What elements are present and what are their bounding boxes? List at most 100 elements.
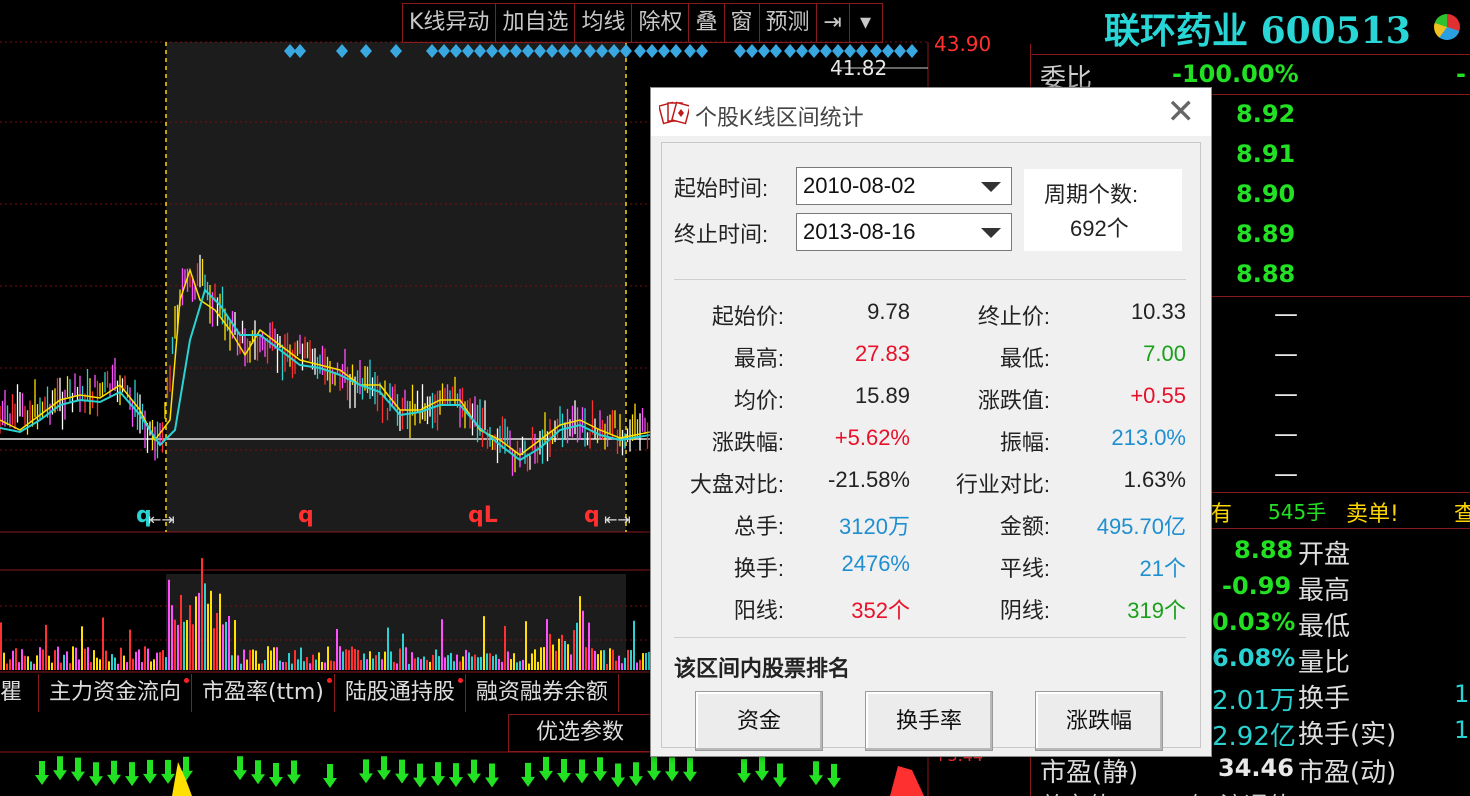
buy-price-2: —	[1274, 340, 1298, 368]
start-price-value: 9.78	[867, 299, 910, 324]
change-percent-label: 涨跌幅:	[711, 430, 784, 455]
end-price-label: 终止价:	[977, 304, 1050, 329]
amount-value: 495.70亿	[1096, 514, 1186, 539]
pe-static-value: 34.46	[1218, 754, 1294, 782]
rank-by-change-button[interactable]: 涨跌幅	[1035, 691, 1163, 751]
highest-price-label: 最高:	[733, 346, 784, 371]
tab-main-fund-flow[interactable]: 主力资金流向	[39, 674, 193, 712]
stock-title: 联环药业 600513	[1104, 2, 1411, 54]
change-value-value: +0.55	[1130, 383, 1186, 408]
amount-label: 金额:	[999, 514, 1050, 539]
trade-volume: 545手	[1268, 500, 1327, 524]
amplitude-value: 213.0%	[1111, 425, 1186, 450]
window-button[interactable]: 窗	[725, 4, 760, 42]
lowest-price-label: 最低:	[999, 346, 1050, 371]
flat-count-label: 平线:	[999, 556, 1050, 581]
chart-toolbar: K线异动 加自选 均线 除权 叠 窗 预测 ⇥ ▾	[402, 3, 883, 43]
quote-label-high: 最高	[1298, 576, 1351, 606]
sell-price-1: 8.88	[1236, 260, 1296, 288]
scroll-arrows-icon[interactable]: ⇤⇥	[604, 510, 631, 529]
trade-query[interactable]: 查	[1454, 496, 1470, 528]
jump-to-end-icon[interactable]: ⇥	[817, 4, 850, 42]
signal-diamond-icon	[894, 44, 906, 58]
buy-price-4: —	[1274, 420, 1298, 448]
signal-diamond-icon	[808, 44, 820, 58]
tab-margin-balance[interactable]: 融资融券余额	[466, 674, 619, 712]
period-count-box: 周期个数: 692个	[1024, 169, 1182, 251]
moving-average-button[interactable]: 均线	[575, 4, 633, 42]
forecast-button[interactable]: 预测	[760, 4, 817, 42]
buy-price-3: —	[1274, 380, 1298, 408]
start-time-label: 起始时间:	[674, 176, 769, 201]
chevron-down-icon[interactable]	[981, 228, 1001, 238]
quote-label-turnover: 换手	[1298, 684, 1351, 714]
period-count-value: 692个	[1070, 216, 1129, 241]
kline-anomaly-button[interactable]: K线异动	[403, 4, 497, 42]
signal-diamond-icon	[696, 44, 708, 58]
buy-price-5: —	[1274, 460, 1298, 488]
sell-price-3: 8.90	[1236, 180, 1296, 208]
signal-diamond-icon	[746, 44, 758, 58]
period-count-label: 周期个数:	[1044, 182, 1139, 207]
market-compare-value: -21.58%	[828, 467, 910, 492]
rank-by-turnover-button[interactable]: 换手率	[865, 691, 993, 751]
quote-label-ratio: 量比	[1298, 648, 1351, 678]
dialog-body: 起始时间: 2010-08-02 终止时间: 2013-08-16 周期个数: …	[661, 142, 1201, 748]
signal-diamond-icon	[906, 44, 918, 58]
price-axis-mark: 41.82	[830, 56, 888, 80]
signal-diamond-icon	[784, 44, 796, 58]
rank-by-fund-button[interactable]: 资金	[695, 691, 823, 751]
buy-price-1: —	[1274, 300, 1298, 328]
tab-northbound-holdings[interactable]: 陆股通持股	[335, 674, 466, 712]
tab-pe-ttm[interactable]: 市盈率(ttm)	[192, 674, 335, 712]
end-time-select[interactable]: 2013-08-16	[796, 213, 1012, 251]
interval-stats-dialog: 个股K线区间统计 ✕ 起始时间: 2010-08-02 终止时间: 2013-0…	[650, 87, 1212, 757]
rank-label: 该区间内股票排名	[674, 656, 851, 681]
quote-value-turnover-real: 2.92亿	[1212, 722, 1296, 752]
pe-dynamic-label: 市盈(动)	[1298, 758, 1397, 788]
trade-col-a: 有	[1210, 502, 1233, 527]
dialog-titlebar[interactable]: 个股K线区间统计 ✕	[651, 88, 1211, 136]
cards-icon	[659, 101, 689, 125]
scroll-arrows-icon[interactable]: ⇤⇥	[148, 510, 175, 529]
quote-value-turnover: 2.01万	[1212, 686, 1296, 716]
signal-diamond-icon	[734, 44, 746, 58]
market-compare-label: 大盘对比:	[689, 472, 784, 497]
signal-diamond-icon	[796, 44, 808, 58]
overlay-button[interactable]: 叠	[689, 4, 725, 42]
price-axis-top: 43.90	[934, 32, 992, 56]
quote-value-high: -0.99	[1222, 572, 1292, 600]
change-value-label: 涨跌值:	[977, 388, 1050, 413]
signal-diamond-icon	[646, 44, 658, 58]
sell-price-2: 8.89	[1236, 220, 1296, 248]
tab-partial[interactable]: 瞿	[0, 674, 40, 712]
chart-marker-3: qL	[468, 503, 498, 528]
signal-diamond-icon	[670, 44, 682, 58]
flat-count-value: 21个	[1139, 556, 1186, 581]
quote-right-2: 1	[1454, 716, 1470, 744]
chevron-down-icon[interactable]: ▾	[850, 4, 882, 42]
chevron-down-icon[interactable]	[981, 182, 1001, 192]
pie-chart-icon[interactable]	[1434, 14, 1460, 40]
industry-compare-label: 行业对比:	[955, 472, 1050, 497]
close-icon[interactable]: ✕	[1167, 94, 1196, 130]
up-count-value: 352个	[851, 598, 910, 623]
avg-price-label: 均价:	[733, 388, 784, 413]
optimize-params-button[interactable]: 优选参数	[508, 714, 652, 752]
avg-price-value: 15.89	[854, 383, 910, 408]
sell-price-4: 8.91	[1236, 140, 1296, 168]
highest-price-value: 27.83	[854, 341, 910, 366]
turnover-value: 2476%	[841, 551, 910, 576]
end-time-value: 2013-08-16	[803, 219, 916, 244]
quote-right-1: 1	[1454, 680, 1470, 708]
sell-price-5: 8.92	[1236, 100, 1296, 128]
start-time-select[interactable]: 2010-08-02	[796, 167, 1012, 205]
add-watchlist-button[interactable]: 加自选	[496, 4, 576, 42]
total-volume-value: 3120万	[839, 514, 910, 539]
stock-code: 600513	[1260, 10, 1411, 52]
trade-sell-flag: 卖单!	[1346, 502, 1399, 527]
ex-rights-button[interactable]: 除权	[632, 4, 690, 42]
bottom-cut-row: 总市值 25.05亿 流通值	[1040, 786, 1292, 796]
signal-diamond-icon	[684, 44, 696, 58]
chart-marker-2: q	[298, 503, 314, 528]
